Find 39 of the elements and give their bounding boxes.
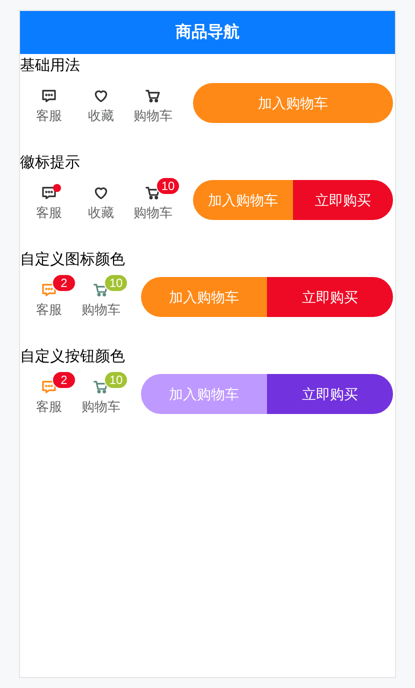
cart-icon bbox=[145, 88, 161, 104]
action-label: 购物车 bbox=[134, 204, 172, 222]
action-icon-button[interactable]: 10 购物车 bbox=[75, 371, 127, 417]
action-label: 客服 bbox=[36, 204, 62, 222]
section-title: 自定义按钮颜色 bbox=[20, 347, 125, 367]
action-icon-button[interactable]: 10 购物车 bbox=[127, 177, 179, 223]
action-label: 购物车 bbox=[82, 398, 120, 416]
action-icon-button[interactable]: 2 客服 bbox=[23, 371, 75, 417]
action-icon-button[interactable]: 收藏 bbox=[75, 80, 127, 126]
count-badge: 2 bbox=[52, 274, 76, 292]
action-label: 客服 bbox=[36, 398, 62, 416]
action-icon-button[interactable]: 10 购物车 bbox=[75, 274, 127, 320]
action-icon-button[interactable]: 客服 bbox=[23, 80, 75, 126]
action-label: 收藏 bbox=[88, 107, 114, 126]
action-icon-button[interactable]: 客服 bbox=[23, 177, 75, 223]
cart-icon bbox=[145, 185, 161, 202]
action-label: 客服 bbox=[36, 107, 62, 126]
action-label: 购物车 bbox=[134, 107, 172, 126]
action-label: 客服 bbox=[36, 301, 62, 320]
section-title: 徽标提示 bbox=[20, 153, 80, 173]
action-icon-button[interactable]: 2 客服 bbox=[23, 274, 75, 320]
section-title: 自定义图标颜色 bbox=[20, 250, 125, 270]
header-title: 商品导航 bbox=[176, 22, 240, 42]
section-title: 基础用法 bbox=[20, 56, 80, 76]
action-label: 购物车 bbox=[82, 301, 120, 320]
action-button[interactable]: 立即购买 bbox=[267, 277, 393, 317]
chat-icon bbox=[41, 88, 57, 104]
heart-icon bbox=[93, 88, 109, 104]
count-badge: 10 bbox=[156, 177, 180, 196]
heart-icon bbox=[93, 185, 109, 202]
action-icon-button[interactable]: 收藏 bbox=[75, 177, 127, 223]
chat-icon bbox=[41, 185, 57, 202]
count-badge: 2 bbox=[52, 371, 76, 390]
count-badge: 10 bbox=[104, 274, 128, 292]
action-button[interactable]: 立即购买 bbox=[267, 374, 393, 414]
action-button[interactable]: 立即购买 bbox=[293, 180, 393, 220]
action-icon-button[interactable]: 购物车 bbox=[127, 80, 179, 126]
count-badge: 10 bbox=[104, 371, 128, 390]
action-label: 收藏 bbox=[88, 204, 114, 222]
